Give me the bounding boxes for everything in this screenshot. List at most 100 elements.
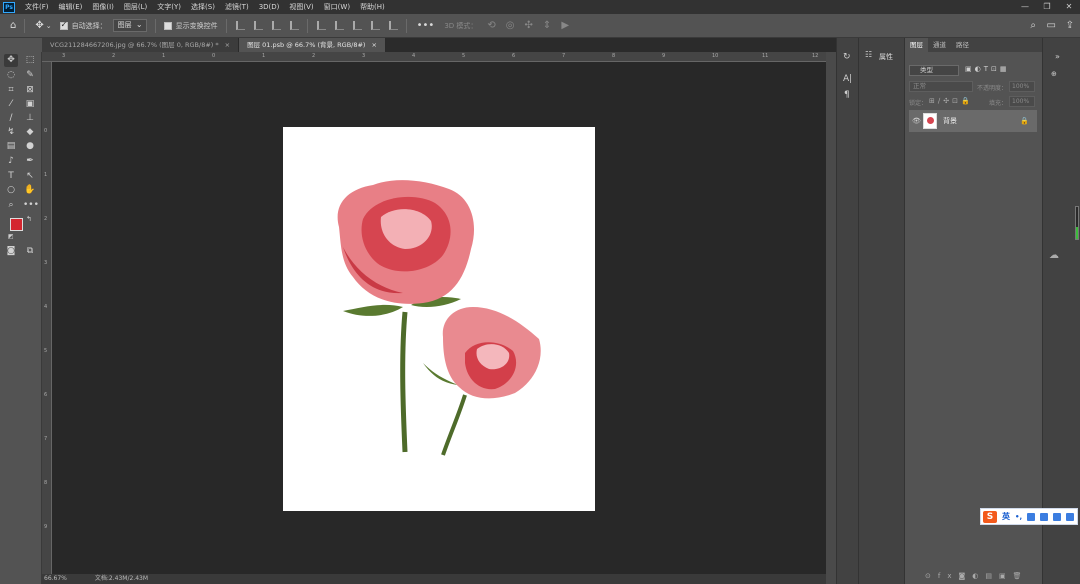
menu-filter[interactable]: 滤镜(T) (225, 2, 249, 12)
align-bottom-icon[interactable] (352, 21, 362, 30)
minimize-button[interactable]: — (1014, 0, 1036, 14)
pen-tool-icon[interactable]: ✒ (23, 155, 37, 168)
3d-roll-icon[interactable]: ◎ (506, 20, 515, 31)
sogou-icon[interactable]: S (983, 510, 997, 523)
swap-colors-icon[interactable]: ↰ (26, 215, 32, 223)
fill-input[interactable]: 100% (1009, 96, 1035, 107)
foreground-color-swatch[interactable] (10, 218, 23, 231)
share-icon[interactable]: ⇪ (1066, 20, 1074, 31)
default-colors-icon[interactable]: ◩ (8, 233, 14, 240)
filter-icons[interactable]: ▣◐T⊡▦ (965, 65, 1009, 73)
workspace-icon[interactable]: ▭ (1047, 20, 1056, 31)
move-tool-icon[interactable]: ✥ (35, 20, 43, 31)
3d-scale-icon[interactable]: ▶ (561, 20, 569, 31)
paragraph-icon[interactable]: ¶ (844, 90, 850, 100)
dodge-tool-icon[interactable]: ♪ (4, 155, 18, 168)
ime-language[interactable]: 英 (1002, 511, 1010, 522)
mic-icon[interactable] (1027, 512, 1036, 521)
menu-file[interactable]: 文件(F) (25, 2, 49, 12)
opacity-input[interactable]: 100% (1009, 81, 1035, 92)
lock-icons[interactable]: ⊞∕✣⊡🔒 (929, 97, 973, 105)
tab-paths[interactable]: 路径 (951, 38, 974, 52)
align-left-icon[interactable] (235, 21, 245, 30)
document-canvas[interactable] (283, 127, 595, 511)
ime-toolbar[interactable]: S 英 •, (980, 508, 1078, 525)
tab-layers[interactable]: 图层 (905, 38, 928, 52)
3d-orbit-icon[interactable]: ⟲ (487, 20, 495, 31)
path-select-icon[interactable]: ↖ (23, 170, 37, 183)
align-horizontal-icon[interactable] (289, 21, 299, 30)
menu-window[interactable]: 窗口(W) (324, 2, 350, 12)
distribute-vertical-icon[interactable] (388, 21, 398, 30)
history-brush-icon[interactable]: ↯ (4, 126, 18, 139)
tab-channels[interactable]: 通道 (928, 38, 951, 52)
vertical-scrollbar[interactable] (826, 52, 836, 584)
keyboard-icon[interactable] (1040, 512, 1049, 521)
tab-vcg-jpg[interactable]: VCG211284667206.jpg @ 66.7% (图层 0, RGB/8… (42, 38, 240, 52)
stamp-tool-icon[interactable]: ⊥ (23, 112, 37, 125)
eye-icon[interactable]: 👁 (912, 117, 921, 125)
screen-mode-icon[interactable]: ⧉ (23, 245, 37, 258)
brush-tool-icon[interactable]: ∕ (4, 112, 18, 125)
history-icon[interactable]: ↻ (843, 52, 851, 62)
menu-edit[interactable]: 编辑(E) (59, 2, 83, 12)
menu-type[interactable]: 文字(Y) (157, 2, 181, 12)
lasso-tool-icon[interactable]: ◌ (4, 69, 18, 82)
zoom-tool-icon[interactable]: ⌕ (4, 199, 18, 212)
align-right-icon[interactable] (271, 21, 281, 30)
close-button[interactable]: ✕ (1058, 0, 1080, 14)
chevron-down-icon[interactable]: ⌄ (46, 22, 52, 30)
menu-view[interactable]: 视图(V) (289, 2, 313, 12)
menu-layer[interactable]: 图层(L) (124, 2, 147, 12)
crop-tool-icon[interactable]: ⌗ (4, 84, 18, 97)
auto-select-checkbox[interactable] (59, 20, 68, 30)
menu-image[interactable]: 图像(I) (92, 2, 114, 12)
marquee-tool-icon[interactable]: ⬚ (23, 54, 37, 67)
quick-mask-icon[interactable]: ◙ (4, 245, 18, 258)
properties-icon[interactable]: ☷ (865, 50, 872, 59)
shape-tool-icon[interactable]: ○ (4, 184, 18, 197)
layer-row[interactable]: 👁 背景 🔒 (909, 110, 1037, 132)
layer-actions[interactable]: ⊙fx◙◐▤▣🗑 (925, 572, 1029, 580)
menu-select[interactable]: 选择(S) (191, 2, 215, 12)
show-transform-checkbox[interactable] (163, 21, 172, 30)
layer-filter-select[interactable]: 类型 (909, 65, 959, 76)
close-icon[interactable]: × (371, 38, 376, 52)
3d-slide-icon[interactable]: ⇕ (543, 20, 551, 31)
quick-select-icon[interactable]: ✎ (23, 69, 37, 82)
more-options-icon[interactable]: ••• (417, 20, 435, 31)
skin-icon[interactable] (1053, 512, 1062, 521)
cloud-icon[interactable]: ☁ (1049, 250, 1059, 261)
blur-tool-icon[interactable]: ● (23, 140, 37, 153)
hand-tool-icon[interactable]: ✋ (23, 184, 37, 197)
align-center-icon[interactable] (253, 21, 263, 30)
type-tool-icon[interactable]: T (4, 170, 18, 183)
panel-scrollbar[interactable] (1075, 206, 1079, 240)
learn-icon[interactable]: ⊕ (1051, 70, 1063, 80)
properties-tab[interactable]: 属性 (879, 52, 893, 62)
collapse-icon[interactable]: » (1055, 52, 1060, 61)
blend-mode-select[interactable]: 正常 (909, 81, 973, 92)
punctuation-icon[interactable]: •, (1015, 513, 1022, 521)
spot-heal-icon[interactable]: ▣ (23, 98, 37, 111)
distribute-icon[interactable] (370, 21, 380, 30)
more-tools-icon[interactable]: ••• (23, 199, 39, 212)
tab-layer-psb[interactable]: 图层 01.psb @ 66.7% (背景, RGB/8#) × (239, 38, 386, 52)
home-icon[interactable]: ⌂ (10, 20, 16, 31)
align-top-icon[interactable] (316, 21, 326, 30)
gradient-tool-icon[interactable]: ▤ (4, 140, 18, 153)
menu-3d[interactable]: 3D(D) (259, 3, 280, 11)
close-icon[interactable]: × (225, 38, 230, 52)
auto-select-dropdown[interactable]: 图层 (112, 19, 147, 32)
zoom-level[interactable]: 66.67% (44, 574, 67, 584)
move-tool-icon[interactable]: ✥ (4, 54, 18, 67)
3d-drag-icon[interactable]: ✣ (525, 20, 533, 31)
search-icon[interactable]: ⌕ (1030, 20, 1036, 31)
toolbox-icon[interactable] (1066, 512, 1075, 521)
eraser-tool-icon[interactable]: ◆ (23, 126, 37, 139)
eyedropper-icon[interactable]: ⁄ (4, 98, 18, 111)
frame-tool-icon[interactable]: ⊠ (23, 84, 37, 97)
restore-button[interactable]: ❐ (1036, 0, 1058, 14)
menu-help[interactable]: 帮助(H) (360, 2, 385, 12)
character-icon[interactable]: A| (843, 74, 852, 84)
